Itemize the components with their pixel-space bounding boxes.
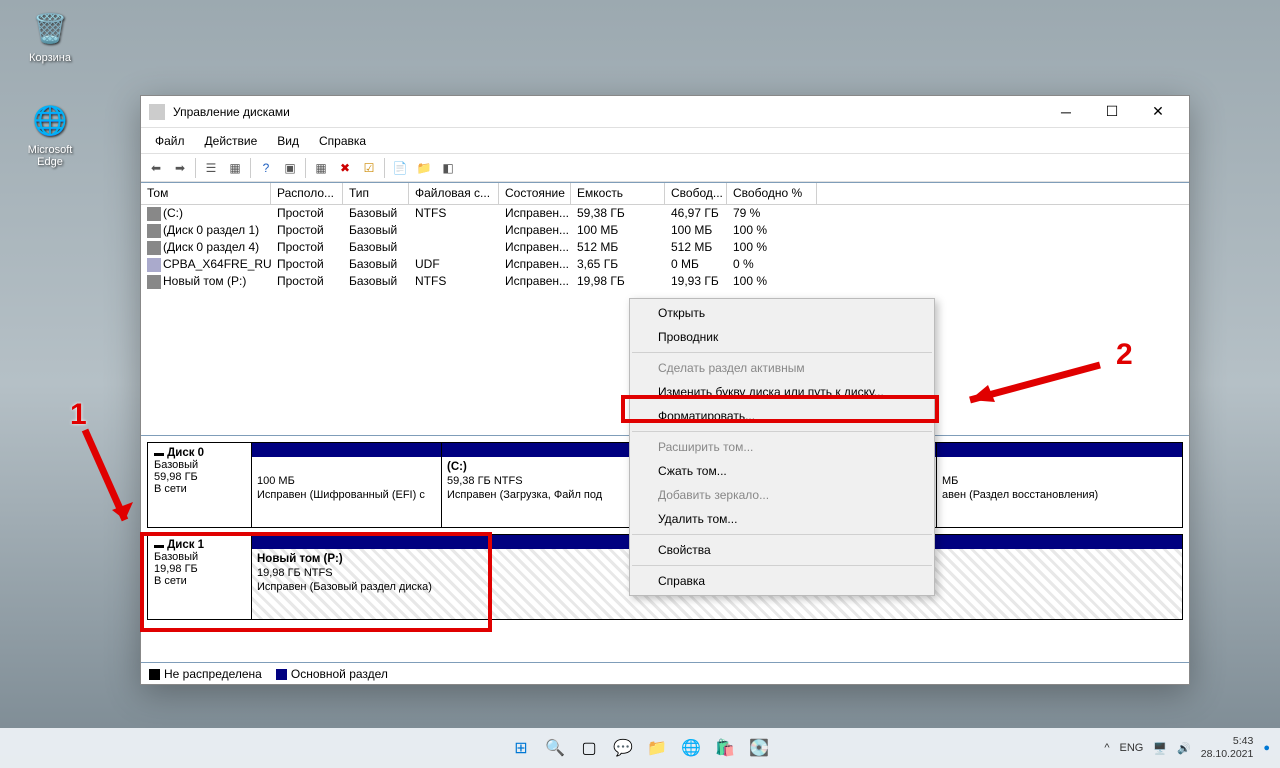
- ctx-change-letter[interactable]: Изменить букву диска или путь к диску...: [630, 380, 934, 404]
- menubar: Файл Действие Вид Справка: [141, 128, 1189, 154]
- toolbar-icon[interactable]: 📁: [413, 157, 435, 179]
- recycle-bin-icon: 🗑️: [30, 8, 70, 48]
- swatch-primary: [276, 669, 287, 680]
- swatch-unallocated: [149, 669, 160, 680]
- app-icon: [149, 104, 165, 120]
- col-status[interactable]: Состояние: [499, 183, 571, 204]
- ctx-properties[interactable]: Свойства: [630, 538, 934, 562]
- ctx-format[interactable]: Форматировать...: [630, 404, 934, 428]
- volume-row[interactable]: Новый том (P:) ПростойБазовый NTFSИсправ…: [141, 273, 1189, 290]
- close-button[interactable]: ✕: [1135, 96, 1181, 128]
- volume-icon[interactable]: 🔊: [1177, 742, 1191, 755]
- forward-button[interactable]: ➡: [169, 157, 191, 179]
- disk-1-label: ▬ Диск 1 Базовый 19,98 ГБ В сети: [148, 535, 252, 619]
- annotation-number-1: 1: [70, 398, 87, 432]
- toolbar-icon[interactable]: ☑: [358, 157, 380, 179]
- ctx-mirror: Добавить зеркало...: [630, 483, 934, 507]
- volume-row[interactable]: (Диск 0 раздел 4) ПростойБазовый Исправе…: [141, 239, 1189, 256]
- partition-recovery[interactable]: МБавен (Раздел восстановления): [937, 443, 1182, 527]
- volume-row[interactable]: (C:) ПростойБазовый NTFSИсправен... 59,3…: [141, 205, 1189, 222]
- refresh-icon[interactable]: ▦: [310, 157, 332, 179]
- menu-action[interactable]: Действие: [195, 130, 268, 152]
- desktop-recycle-bin[interactable]: 🗑️ Корзина: [18, 8, 82, 64]
- recycle-label: Корзина: [18, 52, 82, 64]
- network-icon[interactable]: 🖥️: [1153, 742, 1167, 755]
- col-type[interactable]: Тип: [343, 183, 409, 204]
- volume-icon: [147, 241, 161, 255]
- volume-row[interactable]: (Диск 0 раздел 1) ПростойБазовый Исправе…: [141, 222, 1189, 239]
- ctx-open[interactable]: Открыть: [630, 301, 934, 325]
- ctx-help[interactable]: Справка: [630, 569, 934, 593]
- notifications-icon[interactable]: ●: [1263, 742, 1270, 754]
- volume-icon: [147, 275, 161, 289]
- task-view-icon[interactable]: ▢: [576, 735, 602, 761]
- search-icon[interactable]: 🔍: [542, 735, 568, 761]
- volume-icon: [147, 224, 161, 238]
- legend: Не распределена Основной раздел: [141, 662, 1189, 684]
- chat-icon[interactable]: 💬: [610, 735, 636, 761]
- maximize-button[interactable]: ☐: [1089, 96, 1135, 128]
- col-layout[interactable]: Располо...: [271, 183, 343, 204]
- edge-label: Microsoft Edge: [18, 144, 82, 168]
- menu-view[interactable]: Вид: [267, 130, 309, 152]
- ctx-delete[interactable]: Удалить том...: [630, 507, 934, 531]
- minimize-button[interactable]: ─: [1043, 96, 1089, 128]
- ctx-shrink[interactable]: Сжать том...: [630, 459, 934, 483]
- menu-help[interactable]: Справка: [309, 130, 376, 152]
- ctx-make-active: Сделать раздел активным: [630, 356, 934, 380]
- desktop-edge[interactable]: 🌐 Microsoft Edge: [18, 100, 82, 168]
- ctx-extend: Расширить том...: [630, 435, 934, 459]
- language-indicator[interactable]: ENG: [1120, 742, 1144, 754]
- volume-header: Том Располо... Тип Файловая с... Состоян…: [141, 183, 1189, 205]
- taskbar: ⊞ 🔍 ▢ 💬 📁 🌐 🛍️ 💽 ^ ENG 🖥️ 🔊 5:43 28.10.2…: [0, 728, 1280, 768]
- col-volume[interactable]: Том: [141, 183, 271, 204]
- edge-taskbar-icon[interactable]: 🌐: [678, 735, 704, 761]
- delete-icon[interactable]: ✖: [334, 157, 356, 179]
- back-button[interactable]: ⬅: [145, 157, 167, 179]
- toolbar-icon[interactable]: ▦: [224, 157, 246, 179]
- context-menu: Открыть Проводник Сделать раздел активны…: [629, 298, 935, 596]
- help-icon[interactable]: ?: [255, 157, 277, 179]
- arrow-1: [70, 420, 150, 540]
- menu-file[interactable]: Файл: [145, 130, 195, 152]
- system-tray: ^ ENG 🖥️ 🔊 5:43 28.10.2021 ●: [1094, 735, 1280, 761]
- tray-chevron-icon[interactable]: ^: [1104, 742, 1109, 754]
- taskbar-center: ⊞ 🔍 ▢ 💬 📁 🌐 🛍️ 💽: [508, 735, 772, 761]
- toolbar-icon[interactable]: ☰: [200, 157, 222, 179]
- diskmgmt-taskbar-icon[interactable]: 💽: [746, 735, 772, 761]
- toolbar: ⬅ ➡ ☰ ▦ ? ▣ ▦ ✖ ☑ 📄 📁 ◧: [141, 154, 1189, 182]
- edge-icon: 🌐: [30, 100, 70, 140]
- toolbar-icon[interactable]: ◧: [437, 157, 459, 179]
- toolbar-icon[interactable]: 📄: [389, 157, 411, 179]
- col-free[interactable]: Свобод...: [665, 183, 727, 204]
- col-fs[interactable]: Файловая с...: [409, 183, 499, 204]
- col-pct[interactable]: Свободно %: [727, 183, 817, 204]
- start-button[interactable]: ⊞: [508, 735, 534, 761]
- volume-row[interactable]: CPBA_X64FRE_RU-... ПростойБазовый UDFИсп…: [141, 256, 1189, 273]
- col-capacity[interactable]: Емкость: [571, 183, 665, 204]
- volume-icon: [147, 207, 161, 221]
- disk-0-label: ▬ Диск 0 Базовый 59,98 ГБ В сети: [148, 443, 252, 527]
- window-title: Управление дисками: [173, 105, 1043, 119]
- ctx-explorer[interactable]: Проводник: [630, 325, 934, 349]
- partition-efi[interactable]: 100 МБИсправен (Шифрованный (EFI) с: [252, 443, 442, 527]
- cd-icon: [147, 258, 161, 272]
- toolbar-icon[interactable]: ▣: [279, 157, 301, 179]
- store-icon[interactable]: 🛍️: [712, 735, 738, 761]
- explorer-icon[interactable]: 📁: [644, 735, 670, 761]
- clock[interactable]: 5:43 28.10.2021: [1201, 735, 1254, 761]
- titlebar: Управление дисками ─ ☐ ✕: [141, 96, 1189, 128]
